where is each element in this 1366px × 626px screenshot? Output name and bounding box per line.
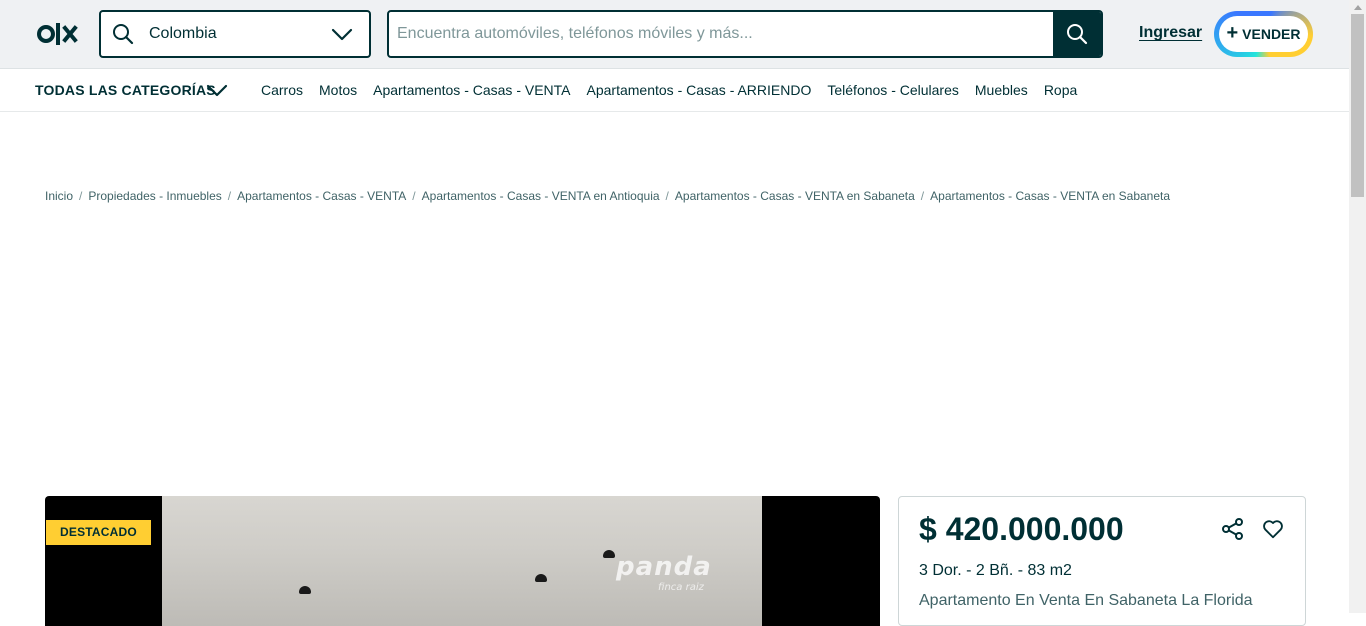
- listing-photo[interactable]: panda finca raiz: [162, 496, 762, 626]
- breadcrumb-separator: /: [665, 189, 669, 203]
- heart-icon[interactable]: [1262, 518, 1284, 540]
- breadcrumb-separator: /: [79, 189, 83, 203]
- breadcrumb-item[interactable]: Apartamentos - Casas - VENTA en Sabaneta: [930, 189, 1170, 203]
- listing-title: Apartamento En Venta En Sabaneta La Flor…: [919, 592, 1253, 609]
- location-value: Colombia: [149, 25, 217, 42]
- login-link[interactable]: Ingresar: [1139, 24, 1202, 42]
- chevron-down-icon[interactable]: [205, 82, 229, 98]
- caret-up-icon: [1353, 4, 1362, 10]
- scroll-up-arrow[interactable]: [1349, 0, 1366, 14]
- price-card: $ 420.000.000 3 Dor. - 2 Bñ. - 83 m2 Apa…: [898, 496, 1306, 626]
- category-link-motos[interactable]: Motos: [319, 82, 357, 98]
- chevron-down-icon[interactable]: [331, 24, 353, 44]
- category-link-telefonos[interactable]: Teléfonos - Celulares: [827, 82, 959, 98]
- search-button[interactable]: [1053, 12, 1101, 56]
- breadcrumb: Inicio / Propiedades - Inmuebles / Apartam…: [45, 189, 1170, 203]
- image-gallery[interactable]: panda finca raiz: [45, 496, 880, 626]
- category-link-ropa[interactable]: Ropa: [1044, 82, 1077, 98]
- listing-price: $ 420.000.000: [919, 511, 1124, 547]
- featured-badge: DESTACADO: [46, 520, 151, 545]
- listing-specs: 3 Dor. - 2 Bñ. - 83 m2: [919, 562, 1072, 579]
- share-icon[interactable]: [1222, 518, 1244, 540]
- scrollbar-thumb[interactable]: [1351, 14, 1364, 197]
- all-categories-button[interactable]: TODAS LAS CATEGORÍAS: [35, 82, 216, 98]
- olx-logo[interactable]: [37, 20, 83, 48]
- breadcrumb-item[interactable]: Apartamentos - Casas - VENTA: [237, 189, 406, 203]
- category-link-apartamentos-venta[interactable]: Apartamentos - Casas - VENTA: [373, 82, 570, 98]
- category-link-carros[interactable]: Carros: [261, 82, 303, 98]
- ceiling-lamp: [603, 550, 615, 558]
- search-input[interactable]: [389, 12, 1055, 56]
- sell-label: VENDER: [1242, 26, 1301, 42]
- breadcrumb-item[interactable]: Propiedades - Inmuebles: [88, 189, 221, 203]
- ceiling-lamp: [535, 574, 547, 582]
- top-bar: Colombia Ingresar + VENDER: [0, 0, 1349, 69]
- search-bar: [387, 10, 1103, 58]
- search-icon: [1067, 24, 1088, 45]
- category-link-apartamentos-arriendo[interactable]: Apartamentos - Casas - ARRIENDO: [587, 82, 812, 98]
- plus-icon: +: [1226, 22, 1239, 44]
- category-links: Carros Motos Apartamentos - Casas - VENT…: [261, 82, 1077, 98]
- category-bar: TODAS LAS CATEGORÍAS Carros Motos Aparta…: [0, 70, 1349, 112]
- breadcrumb-item[interactable]: Inicio: [45, 189, 73, 203]
- search-icon: [113, 24, 134, 45]
- breadcrumb-item[interactable]: Apartamentos - Casas - VENTA en Antioqui…: [422, 189, 660, 203]
- ceiling-lamp: [299, 586, 311, 594]
- breadcrumb-separator: /: [920, 189, 925, 203]
- watermark-subtitle: finca raiz: [658, 582, 704, 593]
- breadcrumb-separator: /: [412, 189, 416, 203]
- category-link-muebles[interactable]: Muebles: [975, 82, 1028, 98]
- breadcrumb-separator: /: [227, 189, 232, 203]
- watermark: panda: [616, 552, 712, 582]
- location-selector[interactable]: Colombia: [99, 10, 371, 58]
- sell-button[interactable]: + VENDER: [1214, 11, 1313, 57]
- breadcrumb-item[interactable]: Apartamentos - Casas - VENTA en Sabaneta: [675, 189, 915, 203]
